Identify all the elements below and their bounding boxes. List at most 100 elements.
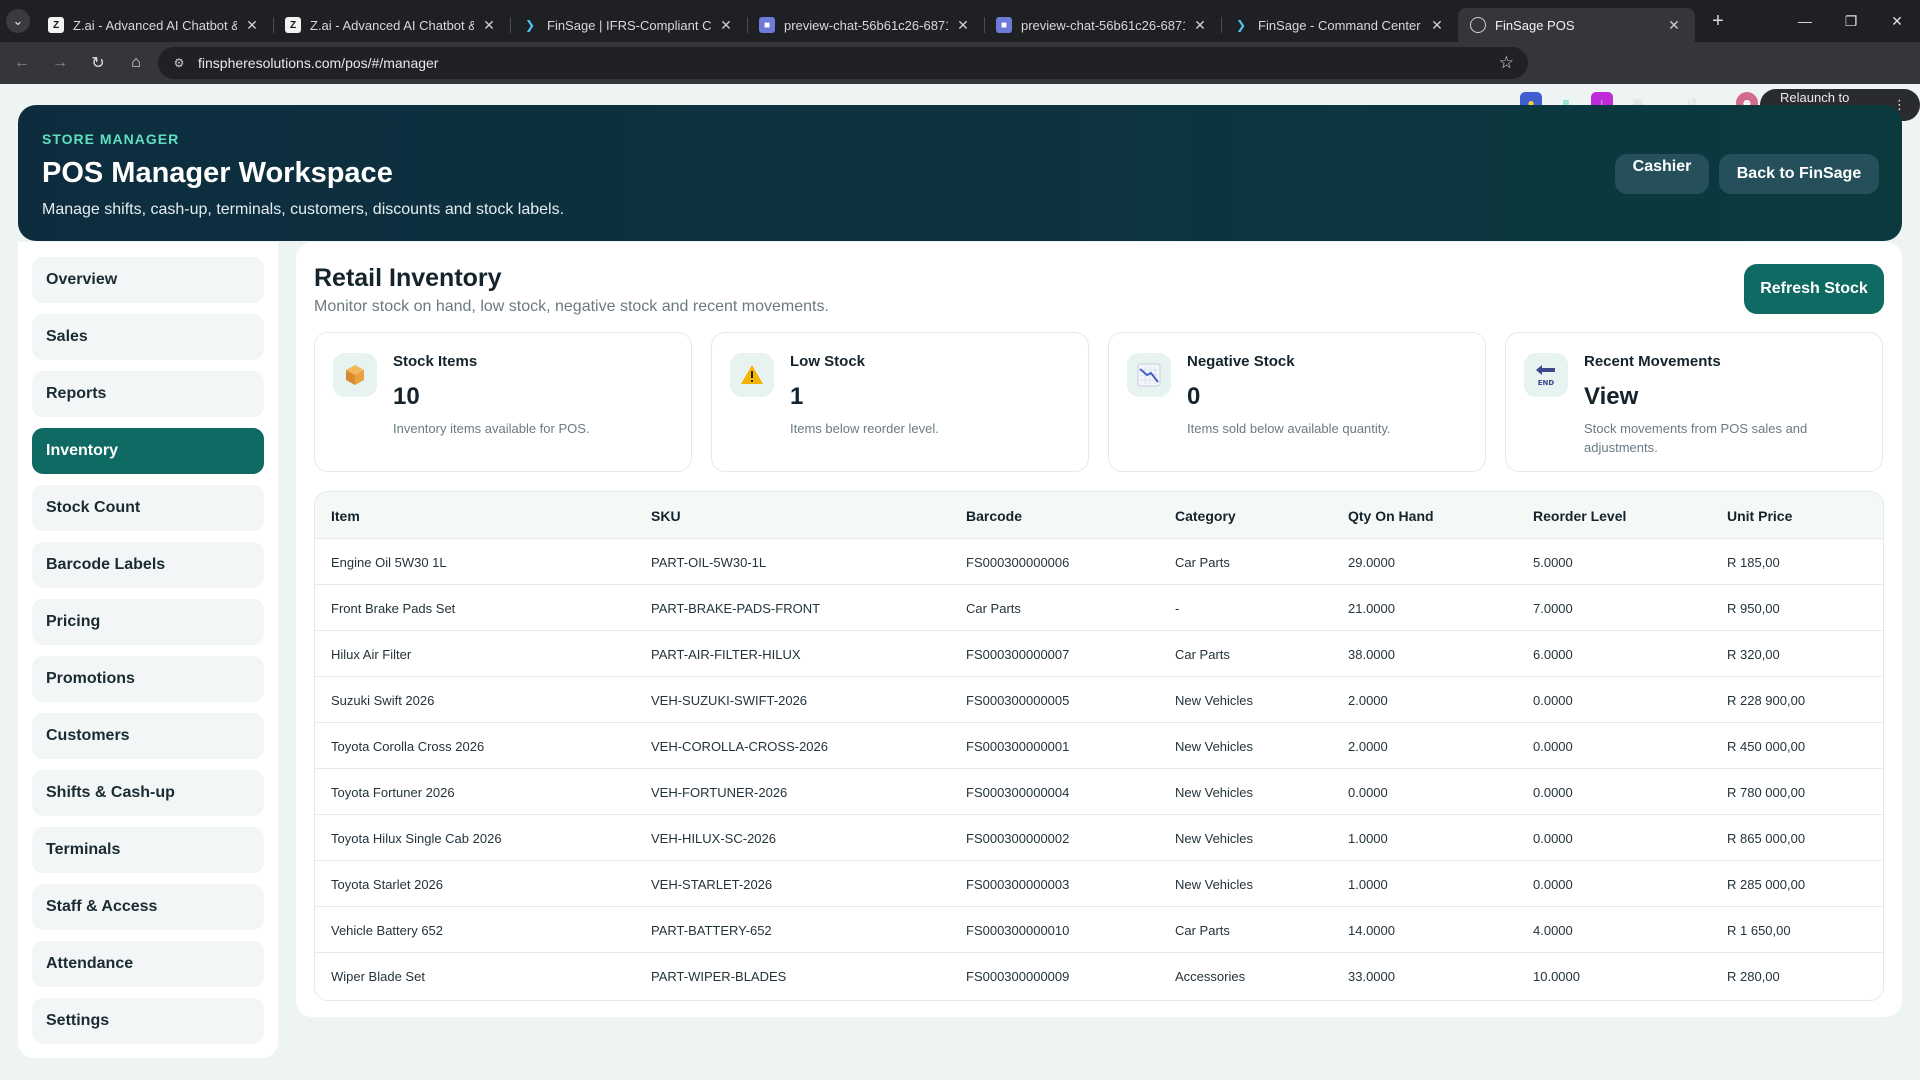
table-row[interactable]: Wiper Blade Set PART-WIPER-BLADES FS000300…	[315, 953, 1883, 999]
cell-sku: VEH-SUZUKI-SWIFT-2026	[651, 692, 808, 708]
tab-search-button[interactable]: ⌄	[0, 0, 36, 42]
sidebar-item-pricing[interactable]: Pricing	[32, 599, 264, 645]
table-row[interactable]: Engine Oil 5W30 1L PART-OIL-5W30-1L FS0003…	[315, 539, 1883, 585]
table-row[interactable]: Toyota Corolla Cross 2026 VEH-COROLLA-CRO…	[315, 723, 1883, 769]
cell-reorder-level: 0.0000	[1533, 738, 1573, 754]
close-icon[interactable]: ✕	[1665, 17, 1683, 34]
cell-category: Car Parts	[1175, 554, 1230, 570]
sidebar-item-label: Overview	[46, 271, 118, 288]
home-icon[interactable]: ⌂	[120, 47, 152, 79]
restore-icon[interactable]: ❐	[1828, 0, 1874, 42]
browser-tab[interactable]: Z Z.ai - Advanced AI Chatbot & AI ✕	[36, 8, 273, 42]
close-icon[interactable]: ✕	[717, 17, 735, 34]
cell-item: Wiper Blade Set	[331, 968, 425, 984]
column-header-item: Item	[331, 507, 360, 524]
close-window-icon[interactable]: ✕	[1874, 0, 1920, 42]
site-info-icon[interactable]: ⚙	[168, 52, 190, 74]
cell-reorder-level: 0.0000	[1533, 876, 1573, 892]
minimize-icon[interactable]: —	[1782, 0, 1828, 42]
browser-tab[interactable]: ■ preview-chat-56b61c26-6871-4 ✕	[747, 8, 984, 42]
cell-unit-price: R 228 900,00	[1727, 692, 1806, 708]
sidebar-item-inventory[interactable]: Inventory	[32, 428, 264, 474]
section-description: Monitor stock on hand, low stock, negati…	[314, 298, 829, 315]
cashier-button[interactable]: Cashier	[1615, 154, 1709, 194]
cell-reorder-level: 0.0000	[1533, 692, 1573, 708]
cell-item: Front Brake Pads Set	[331, 600, 456, 616]
cell-category: Accessories	[1175, 968, 1246, 984]
card-note: Stock movements from POS sales and adjus…	[1584, 421, 1808, 455]
column-header-unit-price: Unit Price	[1727, 507, 1793, 524]
header-eyebrow: STORE MANAGER	[42, 131, 180, 147]
address-bar[interactable]: ⚙ finspheresolutions.com/pos/#/manager ☆	[158, 47, 1528, 79]
cell-qty-on-hand: 1.0000	[1348, 830, 1388, 846]
cell-unit-price: R 185,00	[1727, 554, 1780, 570]
sidebar-item-reports[interactable]: Reports	[32, 371, 264, 417]
sidebar-item-promotions[interactable]: Promotions	[32, 656, 264, 702]
sidebar-item-barcode-labels[interactable]: Barcode Labels	[32, 542, 264, 588]
browser-tab[interactable]: ■ preview-chat-56b61c26-6871-4 ✕	[984, 8, 1221, 42]
cell-category: Car Parts	[1175, 646, 1230, 662]
inventory-panel: Retail Inventory Monitor stock on hand, …	[296, 242, 1902, 1017]
table-row[interactable]: Hilux Air Filter PART-AIR-FILTER-HILUX FS0…	[315, 631, 1883, 677]
column-header-barcode: Barcode	[966, 507, 1023, 524]
table-row[interactable]: Suzuki Swift 2026 VEH-SUZUKI-SWIFT-2026 FS…	[315, 677, 1883, 723]
back-to-finsage-button[interactable]: Back to FinSage	[1719, 154, 1879, 194]
page-subtitle: Manage shifts, cash-up, terminals, custo…	[42, 201, 565, 218]
cell-barcode: FS000300000009	[966, 968, 1070, 984]
table-row[interactable]: Toyota Fortuner 2026 VEH-FORTUNER-2026 FS0…	[315, 769, 1883, 815]
cell-unit-price: R 780 000,00	[1727, 784, 1806, 800]
sidebar-item-attendance[interactable]: Attendance	[32, 941, 264, 987]
reload-icon[interactable]: ↻	[82, 47, 114, 79]
sidebar-item-stock-count[interactable]: Stock Count	[32, 485, 264, 531]
sidebar-item-staff-access[interactable]: Staff & Access	[32, 884, 264, 930]
cell-sku: PART-BRAKE-PADS-FRONT	[651, 600, 821, 616]
cell-qty-on-hand: 21.0000	[1348, 600, 1395, 616]
sidebar-item-settings[interactable]: Settings	[32, 998, 264, 1044]
close-icon[interactable]: ✕	[480, 17, 498, 34]
close-icon[interactable]: ✕	[1428, 17, 1446, 34]
cell-reorder-level: 10.0000	[1533, 968, 1580, 984]
sidebar-item-label: Pricing	[46, 613, 101, 630]
close-icon[interactable]: ✕	[954, 17, 972, 34]
card-title: Low Stock	[790, 353, 866, 370]
cell-unit-price: R 950,00	[1727, 600, 1780, 616]
sidebar-item-sales[interactable]: Sales	[32, 314, 264, 360]
sidebar-item-customers[interactable]: Customers	[32, 713, 264, 759]
table-row[interactable]: Front Brake Pads Set PART-BRAKE-PADS-FRON…	[315, 585, 1883, 631]
table-row[interactable]: Toyota Hilux Single Cab 2026 VEH-HILUX-SC…	[315, 815, 1883, 861]
cell-sku: PART-BATTERY-652	[651, 922, 772, 938]
close-icon[interactable]: ✕	[243, 17, 261, 34]
url-text[interactable]: finspheresolutions.com/pos/#/manager	[198, 55, 1499, 71]
card-value[interactable]: View	[1584, 383, 1638, 411]
browser-tab-active[interactable]: FinSage POS ✕	[1458, 8, 1695, 42]
card-note: Inventory items available for POS.	[393, 421, 590, 436]
card-value: 10	[393, 383, 420, 410]
table-row[interactable]: Toyota Starlet 2026 VEH-STARLET-2026 FS000…	[315, 861, 1883, 907]
sidebar-item-shifts-cash-up[interactable]: Shifts & Cash-up	[32, 770, 264, 816]
cell-category: New Vehicles	[1175, 876, 1254, 892]
cell-barcode: FS000300000004	[966, 784, 1070, 800]
new-tab-button[interactable]: +	[1701, 4, 1735, 38]
forward-arrow-icon[interactable]: →	[44, 47, 76, 79]
browser-tab[interactable]: ❯ FinSage | IFRS-Compliant Cloud ✕	[510, 8, 747, 42]
browser-tab[interactable]: ❯ FinSage - Command Center ✕	[1221, 8, 1458, 42]
refresh-stock-button[interactable]: Refresh Stock	[1744, 264, 1884, 314]
warning-icon	[730, 353, 774, 397]
cell-category: -	[1175, 600, 1180, 616]
cell-unit-price: R 320,00	[1727, 646, 1780, 662]
bookmark-star-icon[interactable]: ☆	[1499, 53, 1514, 73]
cell-item: Vehicle Battery 652	[331, 922, 444, 938]
sidebar-item-terminals[interactable]: Terminals	[32, 827, 264, 873]
sidebar-item-overview[interactable]: Overview	[32, 257, 264, 303]
finsage-icon: ❯	[1235, 18, 1247, 32]
refresh-stock-label: Refresh Stock	[1760, 280, 1868, 297]
close-icon[interactable]: ✕	[1191, 17, 1209, 34]
back-label: Back to FinSage	[1736, 165, 1862, 182]
cell-barcode: Car Parts	[966, 600, 1021, 616]
stat-card-recent-movements[interactable]: END Recent Movements View Stock movement…	[1505, 332, 1883, 472]
z-logo-icon: Z	[48, 17, 64, 33]
cell-reorder-level: 0.0000	[1533, 784, 1573, 800]
table-row[interactable]: Vehicle Battery 652 PART-BATTERY-652 FS000…	[315, 907, 1883, 953]
browser-tab[interactable]: Z Z.ai - Advanced AI Chatbot & AI ✕	[273, 8, 510, 42]
back-arrow-icon[interactable]: ←	[6, 47, 38, 79]
